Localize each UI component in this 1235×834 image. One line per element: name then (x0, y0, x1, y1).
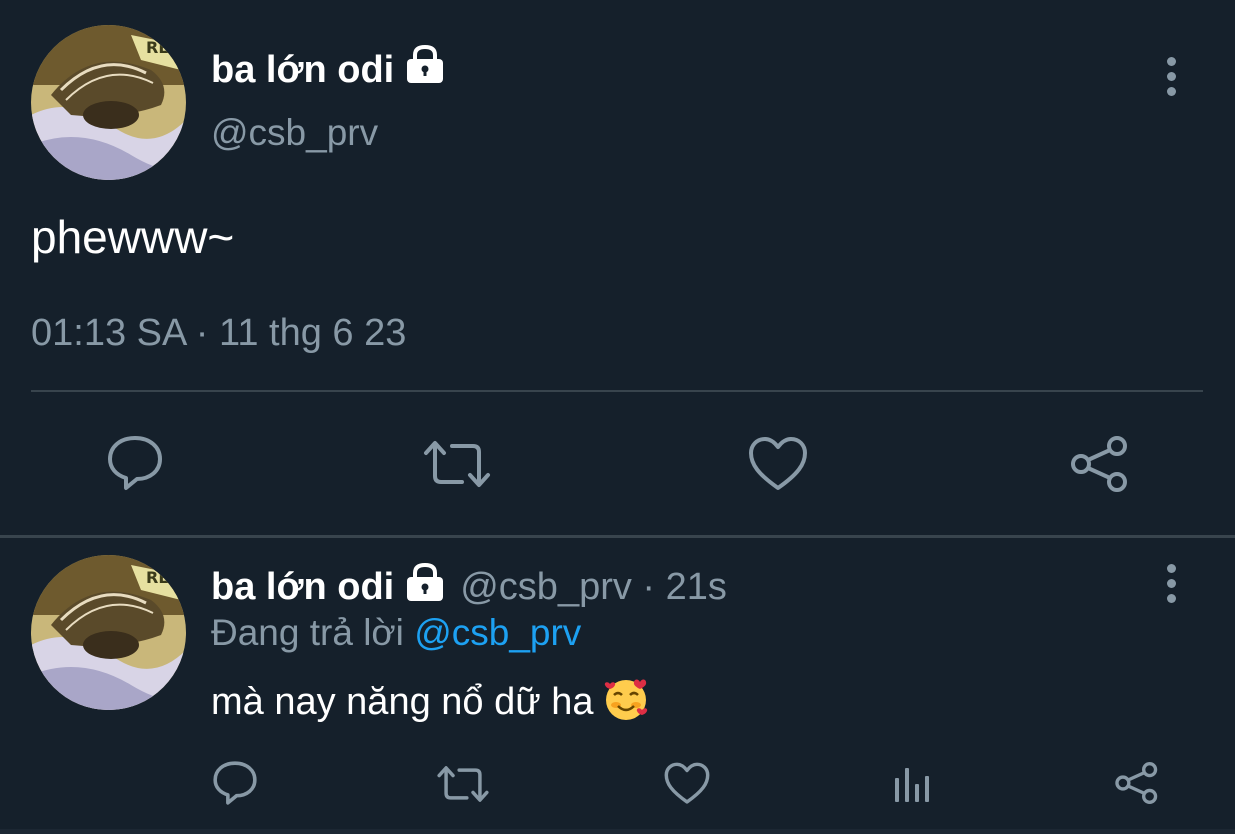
display-name[interactable]: ba lớn odi (211, 566, 394, 608)
bottom-divider (0, 829, 1235, 834)
tweet-timestamp[interactable]: 01:13 SA · 11 thg 6 23 (31, 312, 406, 355)
tweet-text: mà nay năng nổ dữ ha (211, 676, 650, 732)
analytics-icon[interactable] (892, 764, 932, 809)
replying-mention-link[interactable]: @csb_prv (414, 612, 581, 653)
lock-icon (404, 562, 446, 612)
lock-icon (404, 44, 446, 94)
retweet-icon[interactable] (422, 438, 492, 495)
divider (31, 390, 1203, 392)
reply-icon[interactable] (212, 760, 258, 811)
reply-meta: @csb_prv · 21s (460, 566, 727, 608)
reply-header: ba lớn odi @csb_prv · 21s (211, 562, 727, 612)
reply-icon[interactable] (106, 434, 164, 497)
retweet-icon[interactable] (436, 764, 490, 809)
smiling-face-with-hearts-emoji (602, 676, 650, 732)
user-handle[interactable]: @csb_prv (211, 112, 378, 154)
heart-icon[interactable] (664, 762, 710, 810)
replying-prefix: Đang trả lời (211, 612, 404, 653)
avatar[interactable] (31, 25, 186, 180)
more-vertical-icon[interactable] (1164, 564, 1178, 604)
reply-text-content: mà nay năng nổ dữ ha (211, 681, 594, 723)
share-icon[interactable] (1114, 760, 1160, 811)
more-vertical-icon[interactable] (1164, 57, 1178, 97)
replying-to: Đang trả lời @csb_prv (211, 612, 581, 654)
main-tweet: ba lớn odi @csb_prv phewww~ 01:13 SA · 1… (0, 0, 1235, 535)
display-name[interactable]: ba lớn odi (211, 44, 446, 94)
share-icon[interactable] (1069, 434, 1131, 499)
display-name-text: ba lớn odi (211, 49, 395, 91)
thread-separator (0, 535, 1235, 538)
avatar[interactable] (31, 555, 186, 710)
heart-icon[interactable] (748, 436, 808, 497)
tweet-text: phewww~ (31, 211, 235, 263)
